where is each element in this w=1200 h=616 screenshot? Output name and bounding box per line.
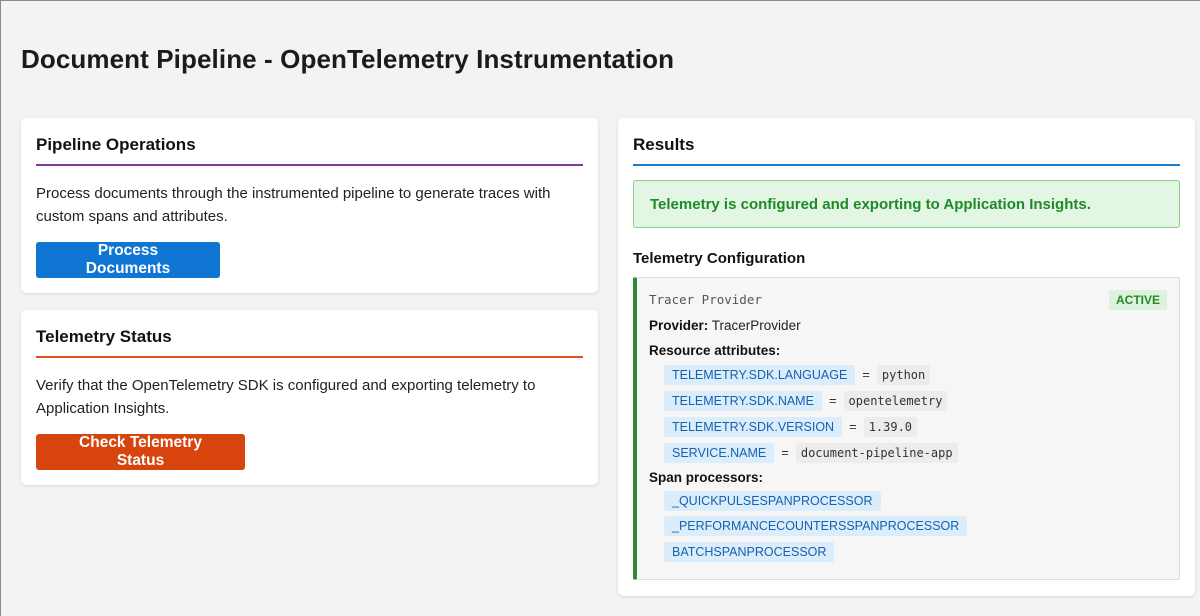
attribute-value: opentelemetry [843, 390, 948, 411]
provider-value: TracerProvider [711, 318, 801, 333]
span-processor-name: _QUICKPULSESPANPROCESSOR [664, 491, 881, 511]
page-title: Document Pipeline - OpenTelemetry Instru… [21, 44, 675, 74]
resource-attribute-row: TELEMETRY.SDK.VERSION = 1.39.0 [664, 416, 918, 437]
attribute-equals: = [828, 393, 837, 408]
provider-label: Provider: [649, 318, 709, 333]
tracer-provider-label: Tracer Provider [649, 292, 762, 307]
telemetry-configuration-heading: Telemetry Configuration [633, 250, 806, 267]
span-processor-item: _PERFORMANCECOUNTERSSPANPROCESSOR [664, 516, 968, 536]
attribute-value: 1.39.0 [863, 416, 918, 437]
provider-line: Provider: TracerProvider [649, 318, 801, 333]
attribute-key: TELEMETRY.SDK.VERSION [664, 416, 843, 437]
success-message: Telemetry is configured and exporting to… [633, 180, 1180, 228]
span-processor-name: BATCHSPANPROCESSOR [664, 542, 835, 562]
span-processor-name: _PERFORMANCECOUNTERSSPANPROCESSOR [664, 516, 968, 536]
page: Document Pipeline - OpenTelemetry Instru… [0, 0, 1200, 616]
attribute-key: TELEMETRY.SDK.LANGUAGE [664, 364, 856, 385]
attribute-key: SERVICE.NAME [664, 442, 775, 463]
attribute-value: python [876, 364, 931, 385]
telemetry-configuration-panel: Tracer Provider ACTIVE Provider: TracerP… [633, 277, 1180, 580]
telemetry-status-card: Telemetry Status Verify that the OpenTel… [21, 310, 598, 485]
check-telemetry-status-button[interactable]: Check Telemetry Status [36, 434, 245, 470]
span-processor-item: _QUICKPULSESPANPROCESSOR [664, 491, 881, 511]
resource-attribute-row: TELEMETRY.SDK.LANGUAGE = python [664, 364, 931, 385]
resource-attribute-row: TELEMETRY.SDK.NAME = opentelemetry [664, 390, 948, 411]
telemetry-status-heading: Telemetry Status [36, 327, 583, 358]
pipeline-operations-description: Process documents through the instrument… [36, 185, 551, 225]
attribute-equals: = [862, 367, 870, 382]
pipeline-operations-heading: Pipeline Operations [36, 135, 583, 166]
attribute-equals: = [849, 419, 857, 434]
results-card: Results Telemetry is configured and expo… [618, 118, 1195, 596]
attribute-value: document-pipeline-app [795, 442, 958, 463]
status-badge: ACTIVE [1108, 290, 1167, 310]
resource-attributes-label: Resource attributes: [649, 343, 781, 358]
attribute-equals: = [781, 445, 789, 460]
attribute-key: TELEMETRY.SDK.NAME [664, 390, 822, 411]
results-heading: Results [633, 135, 1180, 166]
process-documents-button[interactable]: Process Documents [36, 242, 220, 278]
span-processors-label: Span processors: [649, 470, 764, 485]
span-processor-item: BATCHSPANPROCESSOR [664, 542, 835, 562]
telemetry-status-description: Verify that the OpenTelemetry SDK is con… [36, 377, 536, 417]
pipeline-operations-card: Pipeline Operations Process documents th… [21, 118, 598, 293]
resource-attribute-row: SERVICE.NAME = document-pipeline-app [664, 442, 958, 463]
